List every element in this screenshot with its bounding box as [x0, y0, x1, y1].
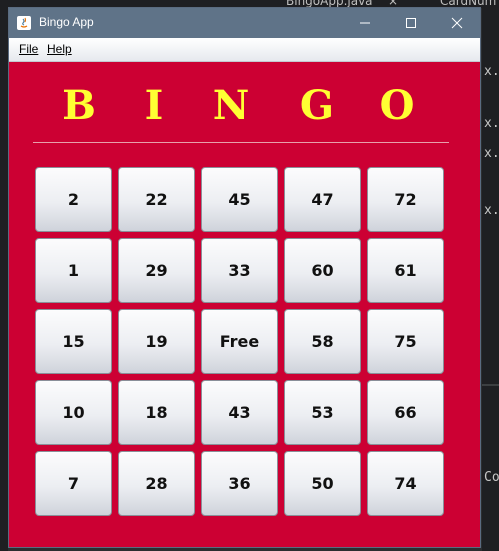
title-bar[interactable]: Bingo App — [9, 8, 480, 38]
bingo-cell[interactable]: 66 — [367, 380, 444, 445]
menu-bar: File Help — [9, 38, 480, 62]
bingo-cell[interactable]: 2 — [35, 167, 112, 232]
header-letter: G — [299, 82, 335, 129]
close-icon[interactable] — [434, 8, 480, 38]
menu-file[interactable]: File — [19, 42, 38, 56]
bingo-window: Bingo App File Help B I N G O 2 22 45 47 — [8, 7, 481, 548]
minimize-icon[interactable] — [342, 8, 388, 38]
ide-code-fragment: x. — [484, 146, 499, 161]
bingo-cell[interactable]: 19 — [118, 309, 195, 374]
ide-code-fragment: x. — [484, 64, 499, 79]
bingo-cell[interactable]: 1 — [35, 238, 112, 303]
bingo-cell[interactable]: 28 — [118, 451, 195, 516]
bingo-cell[interactable]: 22 — [118, 167, 195, 232]
header-letter: N — [212, 82, 250, 129]
bingo-cell[interactable]: 10 — [35, 380, 112, 445]
bingo-cell[interactable]: 15 — [35, 309, 112, 374]
java-app-icon — [17, 16, 31, 30]
menu-file-label: File — [19, 42, 39, 56]
header-divider — [33, 142, 449, 143]
bingo-cell[interactable]: 58 — [284, 309, 361, 374]
bingo-cell[interactable]: 53 — [284, 380, 361, 445]
bingo-cell[interactable]: 47 — [284, 167, 361, 232]
bingo-cell[interactable]: 60 — [284, 238, 361, 303]
header-letter: O — [379, 82, 415, 129]
header-letter: B — [62, 82, 96, 129]
ide-left-gutter — [0, 8, 8, 551]
ide-code-fragment: x. — [484, 203, 499, 218]
bingo-cell[interactable]: 45 — [201, 167, 278, 232]
header-letter: I — [144, 82, 164, 129]
bingo-cell[interactable]: 36 — [201, 451, 278, 516]
bingo-header: B I N G O — [9, 62, 480, 142]
bingo-free-cell[interactable]: Free — [201, 309, 278, 374]
bingo-cell[interactable]: 43 — [201, 380, 278, 445]
menu-help[interactable]: Help — [47, 42, 72, 56]
bingo-cell[interactable]: 50 — [284, 451, 361, 516]
ide-code-fragment: x. — [484, 116, 499, 131]
bingo-cell[interactable]: 7 — [35, 451, 112, 516]
bingo-cell[interactable]: 61 — [367, 238, 444, 303]
bingo-cell[interactable]: 33 — [201, 238, 278, 303]
ide-code-fragment: Co — [484, 470, 499, 485]
bingo-cell[interactable]: 18 — [118, 380, 195, 445]
bingo-cell[interactable]: 72 — [367, 167, 444, 232]
ide-separator — [482, 384, 499, 386]
maximize-icon[interactable] — [388, 8, 434, 38]
bingo-cell[interactable]: 29 — [118, 238, 195, 303]
bingo-board: B I N G O 2 22 45 47 72 1 29 33 60 61 15… — [9, 62, 480, 547]
bingo-cell[interactable]: 74 — [367, 451, 444, 516]
bingo-cell[interactable]: 75 — [367, 309, 444, 374]
window-title: Bingo App — [39, 15, 94, 29]
menu-help-label: Help — [47, 42, 72, 56]
